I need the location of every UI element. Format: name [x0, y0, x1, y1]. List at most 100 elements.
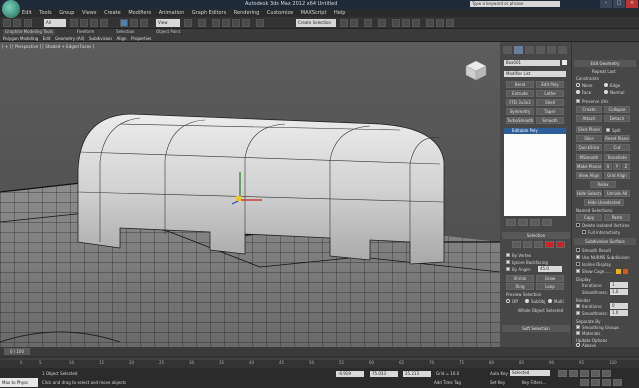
scale-icon[interactable]	[140, 19, 148, 27]
materials-checkbox[interactable]	[576, 331, 580, 335]
object-name-field[interactable]: Box001	[504, 60, 560, 66]
soft-selection-rollout-header[interactable]: Soft Selection	[502, 325, 570, 332]
prev-frame-icon[interactable]	[569, 370, 578, 377]
full-interactivity-checkbox[interactable]	[582, 230, 586, 234]
menu-edit[interactable]: Edit	[22, 9, 32, 17]
show-end-result-icon[interactable]	[518, 219, 528, 226]
undo-icon[interactable]	[3, 19, 11, 27]
render-teapot-icon[interactable]	[446, 19, 454, 27]
track-bar[interactable]: 0 5 10 15 20 25 30 35 40 45 50 55 60 65 …	[0, 356, 639, 368]
edit-poly-button[interactable]: Edit Poly	[536, 81, 564, 88]
x-coordinate-field[interactable]: -6.919	[336, 371, 364, 377]
make-planar-button[interactable]: Make Planar	[576, 163, 602, 170]
reset-plane-button[interactable]: Reset Plane	[604, 135, 630, 142]
stack-item-editable-poly[interactable]: Editable Poly	[504, 128, 566, 134]
add-time-tag[interactable]: Add Time Tag	[434, 380, 461, 385]
constraint-edge-radio[interactable]	[604, 83, 608, 87]
split-checkbox[interactable]	[606, 128, 610, 132]
planar-x-button[interactable]: X	[604, 163, 612, 170]
menu-views[interactable]: Views	[82, 9, 96, 17]
planar-y-button[interactable]: Y	[613, 163, 621, 170]
window-crossing-icon[interactable]	[100, 19, 108, 27]
angle-snap-icon[interactable]	[222, 19, 230, 27]
smooth-button[interactable]: Smooth	[536, 117, 564, 124]
slice-plane-button[interactable]: Slice Plane	[576, 126, 602, 133]
close-icon[interactable]: ×	[626, 0, 638, 8]
display-iterations-field[interactable]: 1	[610, 282, 628, 288]
preserve-uvs-checkbox[interactable]	[576, 99, 580, 103]
tessellate-button[interactable]: Tessellate	[604, 154, 630, 161]
msmooth-button[interactable]: MSmooth	[576, 154, 602, 161]
create-button[interactable]: Create	[576, 106, 602, 113]
modify-tab-icon[interactable]	[514, 46, 523, 54]
menu-group[interactable]: Group	[59, 9, 74, 17]
extrude-button[interactable]: Extrude	[506, 90, 534, 97]
grid-align-button[interactable]: Grid Align	[604, 172, 630, 179]
auto-key-button[interactable]: Auto Key	[490, 371, 508, 376]
use-nurms-checkbox[interactable]	[576, 255, 580, 259]
preview-multi-radio[interactable]	[548, 299, 552, 303]
menu-graph-editors[interactable]: Graph Editors	[192, 9, 226, 17]
hide-selected-button[interactable]: Hide Selected	[576, 190, 602, 197]
select-object-icon[interactable]	[70, 19, 78, 27]
ignore-backfacing-checkbox[interactable]	[506, 260, 510, 264]
menu-help[interactable]: Help	[334, 9, 345, 17]
show-cage-checkbox[interactable]	[576, 269, 580, 273]
time-slider-thumb[interactable]: 0 / 100	[4, 348, 30, 355]
menu-rendering[interactable]: Rendering	[234, 9, 260, 17]
hierarchy-tab-icon[interactable]	[525, 46, 534, 54]
cut-button[interactable]: Cut	[604, 144, 630, 151]
render-iterations-field[interactable]: 0	[610, 303, 628, 309]
make-unique-icon[interactable]	[530, 219, 540, 226]
selection-rollout-header[interactable]: Selection	[502, 232, 570, 239]
schematic-view-icon[interactable]	[402, 19, 410, 27]
edit-named-sel-icon[interactable]	[256, 19, 264, 27]
create-tab-icon[interactable]	[503, 46, 512, 54]
planar-z-button[interactable]: Z	[622, 163, 630, 170]
object-color-swatch[interactable]	[562, 60, 567, 65]
angle-field[interactable]: 45.0	[538, 266, 562, 272]
key-filters-button[interactable]: Key Filters...	[522, 380, 546, 385]
goto-end-icon[interactable]	[602, 370, 611, 377]
modifier-list-dropdown[interactable]: Modifier List	[504, 71, 566, 77]
motion-tab-icon[interactable]	[536, 46, 545, 54]
perspective-viewport[interactable]: [ + ] [ Perspective ] [ Shaded + Edged F…	[0, 42, 500, 347]
by-vertex-checkbox[interactable]	[506, 253, 510, 257]
render-setup-icon[interactable]	[426, 19, 434, 27]
link-icon[interactable]	[24, 19, 32, 27]
lathe-button[interactable]: Lathe	[536, 90, 564, 97]
spinner-snap-icon[interactable]	[242, 19, 250, 27]
render-smoothness-field[interactable]: 1.0	[610, 310, 628, 316]
edge-icon[interactable]	[523, 241, 532, 248]
constraint-normal-radio[interactable]	[604, 90, 608, 94]
element-icon[interactable]	[556, 241, 565, 248]
loop-button[interactable]: Loop	[536, 283, 564, 290]
pivot-icon[interactable]	[184, 19, 192, 27]
play-icon[interactable]	[580, 370, 589, 377]
unhide-all-button[interactable]: Unhide All	[604, 190, 630, 197]
preview-subobj-radio[interactable]	[525, 299, 529, 303]
next-frame-icon[interactable]	[591, 370, 600, 377]
panel-edit[interactable]: Edit	[43, 35, 51, 42]
remove-modifier-icon[interactable]	[542, 219, 552, 226]
y-coordinate-field[interactable]: 75.033	[370, 371, 398, 377]
panel-polygon-modeling[interactable]: Polygon Modeling	[3, 35, 38, 42]
rendered-frame-icon[interactable]	[436, 19, 444, 27]
subdivision-surface-header[interactable]: Subdivision Surface	[574, 238, 636, 245]
paste-button[interactable]: Paste	[604, 214, 630, 221]
grow-button[interactable]: Grow	[536, 275, 564, 282]
isoline-checkbox[interactable]	[576, 262, 580, 266]
time-slider[interactable]: 0 / 100	[0, 347, 639, 356]
align-icon[interactable]	[350, 19, 358, 27]
layer-manager-icon[interactable]	[364, 19, 372, 27]
app-logo-icon[interactable]	[2, 0, 20, 18]
ffd-button[interactable]: FFD 3x3x3	[506, 99, 534, 106]
search-input[interactable]: Type a keyword or phrase	[470, 1, 560, 7]
ref-coord-dropdown[interactable]: View	[156, 19, 180, 27]
polygon-icon[interactable]	[545, 241, 554, 248]
menu-modifiers[interactable]: Modifiers	[128, 9, 151, 17]
menu-create[interactable]: Create	[104, 9, 121, 17]
slice-button[interactable]: Slice	[576, 135, 602, 142]
menu-tools[interactable]: Tools	[39, 9, 51, 17]
attach-button[interactable]: Attach	[576, 115, 602, 122]
